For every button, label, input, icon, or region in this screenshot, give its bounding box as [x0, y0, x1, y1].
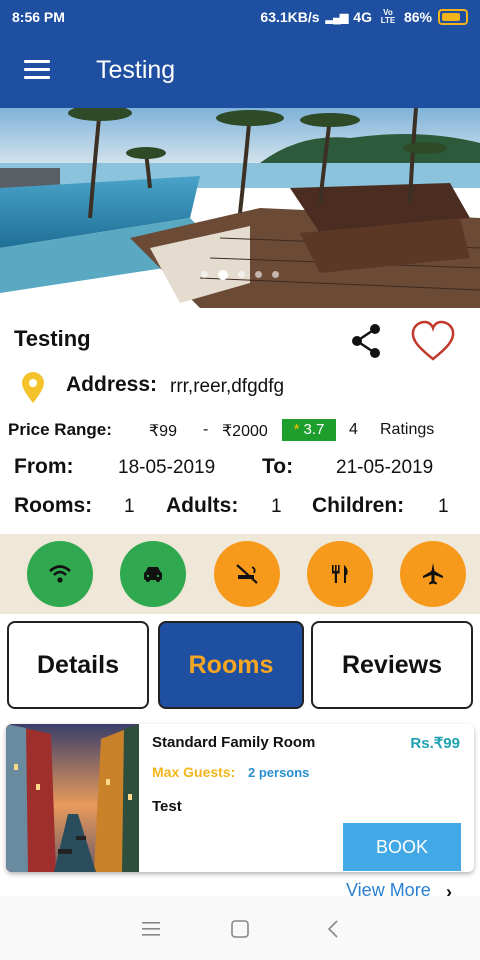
share-icon[interactable]	[348, 322, 384, 360]
room-price: Rs.₹99	[410, 735, 460, 752]
favorite-heart-icon[interactable]	[410, 320, 456, 362]
volte-indicator: Vo LTE	[380, 8, 396, 25]
from-label: From:	[14, 455, 74, 478]
from-date: 18-05-2019	[118, 457, 216, 478]
address-label: Address:	[66, 373, 158, 396]
network-type: 4G	[353, 9, 372, 25]
price-min: ₹99	[149, 423, 177, 440]
restaurant-icon	[332, 565, 348, 583]
rooms-label: Rooms:	[14, 494, 93, 517]
amenity-wifi[interactable]	[27, 541, 93, 607]
adults-value: 1	[271, 496, 282, 517]
amenity-airport[interactable]	[400, 541, 466, 607]
address-value: rrr,reer,dfgdfg	[170, 376, 285, 397]
signal-icon: ▂▄▆	[325, 11, 349, 24]
adults-label: Adults:	[166, 494, 239, 517]
carousel-dot[interactable]	[201, 271, 208, 278]
location-pin-icon	[22, 372, 44, 403]
carousel-indicators	[0, 270, 480, 280]
hotel-name: Testing	[14, 326, 91, 351]
children-value: 1	[438, 496, 449, 517]
carousel-dot[interactable]	[272, 271, 279, 278]
to-label: To:	[262, 455, 294, 478]
price-separator: -	[203, 421, 209, 438]
recent-apps-icon[interactable]	[136, 914, 166, 944]
room-photo	[6, 724, 139, 872]
amenity-no-smoking[interactable]	[214, 541, 280, 607]
status-indicators: 63.1KB/s ▂▄▆ 4G Vo LTE 86%	[260, 9, 468, 25]
book-button[interactable]: BOOK	[343, 823, 461, 871]
to-date: 21-05-2019	[336, 457, 434, 478]
wifi-icon	[49, 565, 71, 583]
car-icon	[144, 567, 162, 582]
max-guests-value: 2 persons	[248, 765, 310, 780]
menu-icon[interactable]	[24, 60, 50, 80]
airplane-icon	[423, 563, 443, 585]
max-guests-label: Max Guests:	[152, 764, 236, 780]
battery-icon	[438, 9, 468, 25]
back-icon[interactable]	[318, 914, 348, 944]
amenity-restaurant[interactable]	[307, 541, 373, 607]
room-title: Standard Family Room	[152, 734, 316, 751]
rooms-value: 1	[124, 496, 135, 517]
room-description: Test	[152, 798, 182, 815]
no-smoking-icon	[236, 564, 258, 584]
star-icon: *	[293, 421, 300, 438]
ratings-label: Ratings	[380, 421, 435, 438]
status-bar: 8:56 PM 63.1KB/s ▂▄▆ 4G Vo LTE 86%	[0, 0, 480, 34]
status-time: 8:56 PM	[12, 9, 65, 25]
battery-percent: 86%	[403, 9, 432, 25]
amenities-bar	[0, 534, 480, 614]
system-nav-bar	[0, 896, 480, 960]
amenity-parking[interactable]	[120, 541, 186, 607]
children-label: Children:	[312, 494, 405, 517]
carousel-dot-active[interactable]	[218, 270, 228, 280]
carousel-dot[interactable]	[255, 271, 262, 278]
tab-rooms[interactable]: Rooms	[158, 621, 304, 709]
price-range-label: Price Range:	[8, 420, 112, 439]
room-card[interactable]: Standard Family Room Rs.₹99 Max Guests: …	[6, 724, 474, 872]
rating-count: 4	[349, 421, 358, 438]
rating-value: 3.7	[303, 421, 325, 438]
hotel-image-carousel[interactable]	[0, 108, 480, 308]
price-max: ₹2000	[222, 423, 268, 440]
rating-badge: * 3.7	[282, 419, 336, 441]
home-icon[interactable]	[225, 914, 255, 944]
carousel-dot[interactable]	[238, 271, 245, 278]
tab-reviews[interactable]: Reviews	[311, 621, 473, 709]
tab-details[interactable]: Details	[7, 621, 149, 709]
app-bar-title: Testing	[96, 56, 176, 84]
app-bar: Testing	[0, 34, 480, 108]
network-speed: 63.1KB/s	[260, 9, 320, 25]
